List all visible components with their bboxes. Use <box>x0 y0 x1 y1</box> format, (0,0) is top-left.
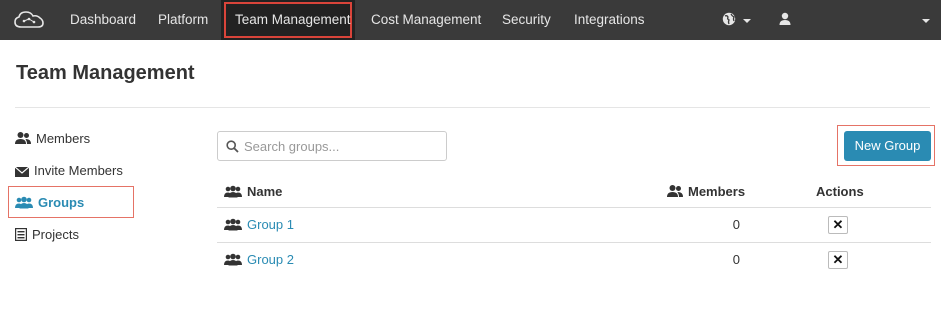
user-icon[interactable] <box>779 12 791 26</box>
table-divider <box>217 207 931 208</box>
delete-group-button[interactable]: ✕ <box>828 251 848 269</box>
nav-platform[interactable]: Platform <box>158 0 208 40</box>
nav-dashboard-label: Dashboard <box>70 12 137 27</box>
groups-icon <box>224 185 242 198</box>
user-menu-caret-icon[interactable] <box>922 19 930 23</box>
sidebar-item-invite-members-label: Invite Members <box>34 163 123 178</box>
search-box[interactable] <box>217 131 447 161</box>
group-name[interactable]: Group 1 <box>247 217 294 232</box>
column-header-members[interactable]: Members <box>667 183 745 201</box>
column-header-actions: Actions <box>816 184 864 199</box>
group-name[interactable]: Group 2 <box>247 252 294 267</box>
column-header-members-label: Members <box>688 184 746 199</box>
sidebar-item-groups[interactable]: Groups <box>15 192 84 214</box>
nav-dashboard[interactable]: Dashboard <box>70 0 136 40</box>
globe-caret-icon[interactable] <box>743 19 751 23</box>
sidebar-item-members[interactable]: Members <box>15 128 90 150</box>
column-header-name[interactable]: Name <box>224 183 282 201</box>
group-member-count: 0 <box>732 252 740 267</box>
members-icon <box>15 132 31 144</box>
delete-group-button[interactable]: ✕ <box>828 216 848 234</box>
groups-icon <box>224 218 242 231</box>
nav-team-management-label: Team Management <box>235 12 351 27</box>
globe-icon[interactable] <box>722 12 736 26</box>
nav-security[interactable]: Security <box>502 0 551 40</box>
table-row-group-link[interactable]: Group 2 <box>224 251 294 269</box>
groups-icon <box>15 196 33 209</box>
column-header-name-label: Name <box>247 184 283 199</box>
sidebar-item-groups-label: Groups <box>38 195 85 210</box>
projects-icon <box>15 228 28 242</box>
members-icon <box>667 185 683 197</box>
sidebar-item-projects-label: Projects <box>32 227 79 242</box>
sidebar-item-projects[interactable]: Projects <box>15 224 79 246</box>
sidebar-item-members-label: Members <box>36 131 91 146</box>
table-row-group-link[interactable]: Group 1 <box>224 216 294 234</box>
nav-security-label: Security <box>502 12 551 27</box>
nav-cost-management[interactable]: Cost Management <box>371 0 481 40</box>
nav-integrations-label: Integrations <box>574 12 645 27</box>
nav-team-management[interactable]: Team Management <box>221 0 355 40</box>
table-divider <box>217 242 931 243</box>
top-navbar: Dashboard Platform Team Management Cost … <box>0 0 941 40</box>
group-member-count: 0 <box>732 217 740 232</box>
cloud-logo-icon[interactable] <box>13 9 45 31</box>
groups-icon <box>224 253 242 266</box>
nav-cost-management-label: Cost Management <box>371 12 482 27</box>
new-group-button[interactable]: New Group <box>844 131 931 161</box>
page-title: Team Management <box>16 62 195 84</box>
nav-integrations[interactable]: Integrations <box>574 0 645 40</box>
search-input[interactable] <box>244 132 440 160</box>
nav-platform-label: Platform <box>158 12 209 27</box>
sidebar-item-invite-members[interactable]: Invite Members <box>14 160 123 182</box>
envelope-icon <box>14 166 30 177</box>
header-divider <box>15 107 930 108</box>
search-icon <box>226 140 239 153</box>
